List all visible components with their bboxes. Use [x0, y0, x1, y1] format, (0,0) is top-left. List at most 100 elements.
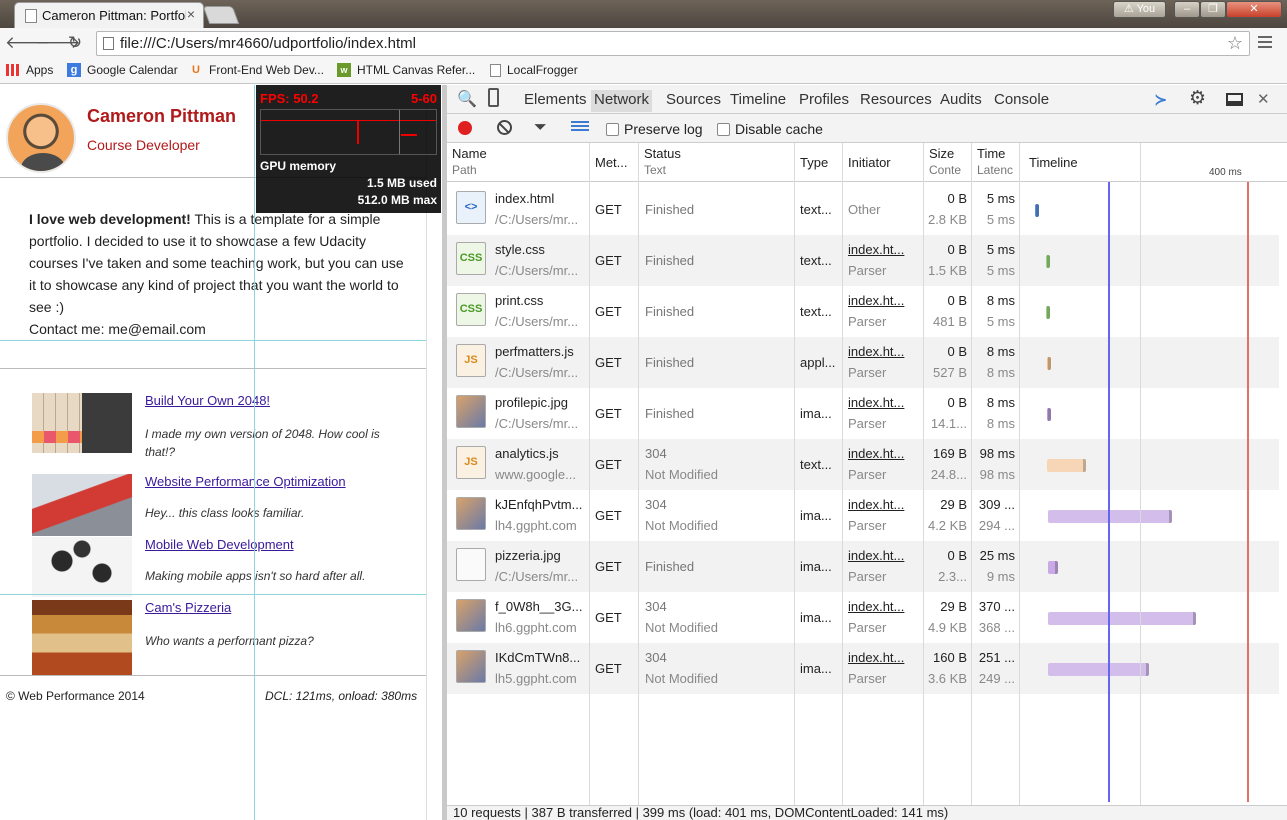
column-method[interactable]: Met... [595, 155, 628, 170]
column-status[interactable]: Status [644, 146, 681, 161]
request-path: /C:/Users/mr... [495, 212, 579, 227]
project-link[interactable]: Build Your Own 2048! [145, 393, 270, 408]
address-bar[interactable]: file:///C:/Users/mr4660/udportfolio/inde… [96, 31, 1250, 56]
column-time[interactable]: Time [977, 146, 1005, 161]
browser-tab-active[interactable]: Cameron Pittman: Portfol × [14, 2, 204, 28]
column-name[interactable]: Name [452, 146, 487, 161]
initiator-link[interactable]: index.ht... [848, 344, 918, 359]
tab-profiles[interactable]: Profiles [799, 91, 849, 108]
page-icon [103, 37, 114, 50]
table-row[interactable]: <> index.html/C:/Users/mr... GET Finished te… [447, 184, 1279, 235]
tab-resources[interactable]: Resources [860, 91, 932, 108]
request-type: text... [800, 253, 832, 268]
js-file-icon: JS [456, 344, 486, 377]
request-time: 5 ms [986, 191, 1015, 206]
table-row[interactable]: JS perfmatters.js/C:/Users/mr... GET Finish… [447, 337, 1279, 388]
request-status: Finished [645, 559, 695, 574]
gear-icon[interactable]: ⚙ [1189, 87, 1206, 110]
checkbox-box[interactable] [606, 122, 619, 136]
user-profile-button[interactable]: ⚠ You [1113, 1, 1166, 18]
initiator-link[interactable]: index.ht... [848, 599, 918, 614]
bookmark-front-end-web-dev[interactable]: U Front-End Web Dev... [189, 63, 324, 77]
bookmark-apps[interactable]: Apps [6, 63, 53, 77]
request-size: 0 B [947, 548, 967, 563]
initiator-link[interactable]: index.ht... [848, 446, 918, 461]
request-name: style.css [495, 242, 545, 257]
request-status: Finished [645, 202, 695, 217]
request-method: GET [595, 559, 622, 574]
reload-icon[interactable]: ↻ [64, 32, 86, 54]
footer-timing: DCL: 121ms, onload: 380ms [265, 689, 418, 703]
tab-console[interactable]: Console [994, 91, 1049, 108]
tab-close-icon[interactable]: × [187, 6, 195, 22]
large-rows-icon[interactable] [571, 121, 589, 135]
bookmark-html-canvas[interactable]: w HTML Canvas Refer... [337, 63, 475, 77]
tab-audits[interactable]: Audits [940, 91, 982, 108]
tab-network[interactable]: Network [591, 90, 653, 112]
project-thumbnail [32, 537, 132, 597]
close-window-button[interactable]: ✕ [1226, 1, 1282, 18]
request-latency: 8 ms [986, 416, 1015, 431]
close-icon[interactable]: ✕ [1257, 90, 1270, 108]
new-tab-button[interactable] [202, 6, 240, 24]
initiator-link[interactable]: index.ht... [848, 242, 918, 257]
bookmark-star-icon[interactable]: ☆ [1227, 33, 1243, 54]
device-mode-icon[interactable] [488, 88, 499, 107]
tab-sources[interactable]: Sources [666, 91, 721, 108]
table-row[interactable]: pizzeria.jpg/C:/Users/mr... GET Finished im… [447, 541, 1279, 592]
clear-icon[interactable] [497, 120, 512, 135]
disable-cache-checkbox[interactable]: Disable cache [717, 121, 823, 137]
initiator-link[interactable]: index.ht... [848, 548, 918, 563]
column-initiator[interactable]: Initiator [848, 155, 891, 170]
preserve-log-checkbox[interactable]: Preserve log [606, 121, 703, 137]
bookmark-localfrogger[interactable]: LocalFrogger [490, 63, 578, 77]
table-row[interactable]: CSS print.css/C:/Users/mr... GET Finished te… [447, 286, 1279, 337]
initiator-other: Other [848, 202, 881, 217]
checkbox-box[interactable] [717, 122, 730, 136]
tab-timeline[interactable]: Timeline [730, 91, 786, 108]
dock-side-icon[interactable] [1226, 93, 1243, 106]
search-icon[interactable]: 🔍 [457, 89, 477, 109]
request-latency: 294 ... [978, 518, 1015, 533]
request-time: 8 ms [986, 395, 1015, 410]
bookmark-google-calendar[interactable]: g Google Calendar [67, 63, 178, 77]
request-time: 309 ... [978, 497, 1015, 512]
initiator-link[interactable]: index.ht... [848, 497, 918, 512]
table-row[interactable]: profilepic.jpg/C:/Users/mr... GET Finished… [447, 388, 1279, 439]
project-link[interactable]: Website Performance Optimization [145, 474, 346, 489]
initiator-type: Parser [848, 467, 887, 482]
request-type: text... [800, 457, 832, 472]
table-row[interactable]: IKdCmTWn8... lh5.ggpht.com GET 304 Not Modif… [447, 643, 1279, 694]
column-content: Conte [929, 163, 962, 177]
console-drawer-icon[interactable]: ≻ [1154, 90, 1167, 110]
request-time: 370 ... [978, 599, 1015, 614]
column-divider [971, 143, 972, 805]
initiator-type: Parser [848, 518, 887, 533]
table-row[interactable]: kJEnfqhPvtm... lh4.ggpht.com GET 304 Not Mod… [447, 490, 1279, 541]
initiator-link[interactable]: index.ht... [848, 395, 918, 410]
request-size: 169 B [933, 446, 967, 461]
project-link[interactable]: Mobile Web Development [145, 537, 294, 552]
blank-file-icon [456, 548, 486, 581]
maximize-button[interactable]: ❐ [1200, 1, 1226, 18]
initiator-link[interactable]: index.ht... [848, 293, 918, 308]
minimize-button[interactable]: – [1174, 1, 1200, 18]
column-size[interactable]: Size [929, 146, 954, 161]
column-type[interactable]: Type [800, 155, 828, 170]
column-status-text: Text [644, 163, 667, 177]
back-arrow-icon[interactable]: 🡐 [5, 32, 51, 54]
project-item: Mobile Web Development Making mobile app… [32, 537, 422, 597]
filter-icon[interactable]: ⏷ [534, 119, 547, 137]
table-row[interactable]: JS analytics.js www.google... GET 304 Not Mod… [447, 439, 1279, 490]
chrome-menu-icon[interactable] [1258, 34, 1272, 50]
table-row[interactable]: f_0W8h__3G... lh6.ggpht.com GET 304 Not Modi… [447, 592, 1279, 643]
bookmark-label: Apps [26, 63, 54, 77]
tab-elements[interactable]: Elements [524, 91, 587, 108]
project-thumbnail [32, 474, 132, 536]
table-row[interactable]: CSS style.css/C:/Users/mr... GET Finished te… [447, 235, 1279, 286]
forward-arrow-icon[interactable]: 🡒 [35, 32, 81, 54]
project-link[interactable]: Cam's Pizzeria [145, 600, 231, 615]
column-timeline[interactable]: Timeline [1029, 155, 1078, 170]
record-icon[interactable] [458, 121, 472, 135]
initiator-link[interactable]: index.ht... [848, 650, 918, 665]
